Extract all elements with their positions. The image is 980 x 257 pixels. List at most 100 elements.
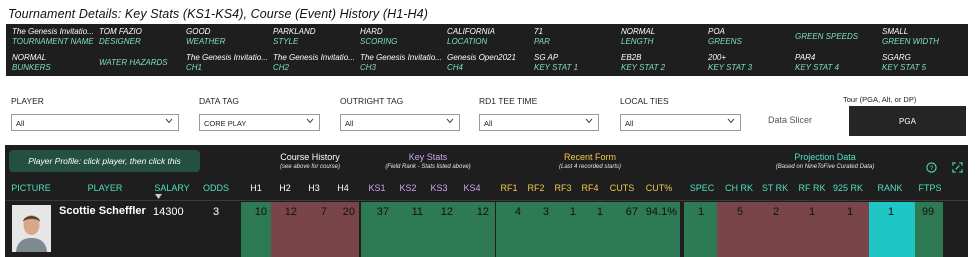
cell-ks1: 37 bbox=[376, 206, 389, 218]
data-slicer-label: Data Slicer bbox=[768, 115, 813, 125]
group-title: Projection Data bbox=[794, 152, 856, 162]
sort-descending-icon bbox=[155, 194, 162, 199]
info-length: NORMAL LENGTH bbox=[621, 27, 656, 46]
player-dropdown[interactable]: All bbox=[11, 114, 179, 131]
cell-st-rk: 2 bbox=[772, 206, 780, 218]
chevron-down-icon bbox=[446, 118, 454, 125]
header-odds[interactable]: ODDS bbox=[201, 183, 231, 193]
group-course-history: Course History (see above for course) bbox=[260, 152, 360, 172]
chevron-down-icon bbox=[306, 118, 314, 125]
header-ks1[interactable]: KS1 bbox=[362, 183, 392, 193]
info-key-stat-1: SG AP KEY STAT 1 bbox=[534, 53, 579, 72]
cell-h4: 20 bbox=[342, 206, 355, 218]
info-tournament-name: The Genesis Invitatio... TOURNAMENT NAME bbox=[12, 27, 94, 46]
header-rank[interactable]: RANK bbox=[873, 183, 907, 193]
header-ftps[interactable]: FTPS bbox=[914, 183, 946, 193]
cell-rf-rk: 1 bbox=[808, 206, 816, 218]
cell-rank: 1 bbox=[887, 206, 895, 218]
cell-odds: 3 bbox=[212, 206, 220, 218]
cell-cuts: 67 bbox=[625, 206, 638, 218]
header-rf1[interactable]: RF1 bbox=[497, 183, 521, 193]
info-green-speeds: GREEN SPEEDS bbox=[795, 32, 859, 41]
player-photo-image bbox=[12, 205, 51, 252]
info-weather: GOOD WEATHER bbox=[186, 27, 226, 46]
info-greens: POA GREENS bbox=[708, 27, 742, 46]
player-table: Player Profile: click player, then click… bbox=[5, 145, 968, 257]
header-ks4[interactable]: KS4 bbox=[457, 183, 487, 193]
outright-tag-filter-label: OUTRIGHT TAG bbox=[340, 96, 404, 106]
cell-rf1: 4 bbox=[514, 206, 521, 218]
header-h4[interactable]: H4 bbox=[329, 183, 357, 193]
header-picture[interactable]: PICTURE bbox=[11, 183, 51, 193]
group-key-stats: Key Stats (Field Rank - Stats listed abo… bbox=[363, 152, 493, 172]
column-divider bbox=[359, 202, 360, 257]
header-spec[interactable]: SPEC bbox=[688, 183, 716, 193]
data-tag-dropdown-value: CORE PLAY bbox=[204, 119, 247, 128]
data-tag-filter-label: DATA TAG bbox=[199, 96, 239, 106]
page-title: Tournament Details: Key Stats (KS1-KS4),… bbox=[8, 7, 428, 21]
header-rf3[interactable]: RF3 bbox=[550, 183, 576, 193]
info-key-stat-2: EB2B KEY STAT 2 bbox=[621, 53, 666, 72]
chevron-down-icon bbox=[727, 118, 735, 125]
info-ch4: Genesis Open2021 CH4 bbox=[447, 53, 516, 72]
local-ties-dropdown-value: All bbox=[625, 119, 634, 128]
cell-ks2: 11 bbox=[411, 206, 423, 218]
info-designer: TOM FAZIO DESIGNER bbox=[99, 27, 142, 46]
player-name[interactable]: Scottie Scheffler bbox=[59, 205, 146, 217]
header-h1[interactable]: H1 bbox=[242, 183, 270, 193]
group-subtitle: (see above for course) bbox=[279, 164, 341, 170]
data-tag-dropdown[interactable]: CORE PLAY bbox=[199, 114, 320, 131]
cell-rf2: 3 bbox=[542, 206, 549, 218]
info-key-stat-4: PAR4 KEY STAT 4 bbox=[795, 53, 840, 72]
header-rf-rk[interactable]: RF RK bbox=[795, 183, 829, 193]
help-icon[interactable]: ? bbox=[926, 162, 937, 173]
header-ks2[interactable]: KS2 bbox=[393, 183, 423, 193]
player-filter: PLAYER All bbox=[11, 96, 179, 131]
outright-tag-dropdown[interactable]: All bbox=[340, 114, 460, 131]
cell-rf4: 1 bbox=[596, 206, 603, 218]
group-projection-data: Projection Data (Based on NineToFive Cur… bbox=[750, 152, 900, 172]
header-player[interactable]: PLAYER bbox=[85, 183, 125, 193]
header-divider bbox=[5, 200, 968, 201]
info-ch1: The Genesis Invitatio... CH1 bbox=[186, 53, 268, 72]
cell-salary: 14300 bbox=[153, 206, 184, 218]
header-cut-pct[interactable]: CUT% bbox=[642, 183, 676, 193]
info-ch2: The Genesis Invitatio... CH2 bbox=[273, 53, 355, 72]
rd1-tee-time-dropdown[interactable]: All bbox=[479, 114, 599, 131]
data-tag-filter: DATA TAG CORE PLAY bbox=[199, 96, 320, 131]
info-bunkers: NORMAL BUNKERS bbox=[12, 53, 51, 72]
header-925-rk[interactable]: 925 RK bbox=[829, 183, 867, 193]
header-st-rk[interactable]: ST RK bbox=[758, 183, 792, 193]
group-title: Recent Form bbox=[563, 152, 616, 162]
cell-h2: 12 bbox=[284, 206, 297, 218]
header-ks3[interactable]: KS3 bbox=[424, 183, 454, 193]
tour-button[interactable]: PGA bbox=[849, 106, 966, 136]
info-style: PARKLAND STYLE bbox=[273, 27, 316, 46]
group-subtitle: (Last 4 recorded starts) bbox=[558, 164, 622, 170]
group-recent-form: Recent Form (Last 4 recorded starts) bbox=[530, 152, 650, 172]
header-rf2[interactable]: RF2 bbox=[523, 183, 549, 193]
svg-text:?: ? bbox=[930, 165, 934, 172]
header-ch-rk[interactable]: CH RK bbox=[722, 183, 756, 193]
header-rf4[interactable]: RF4 bbox=[577, 183, 603, 193]
local-ties-filter-label: LOCAL TIES bbox=[620, 96, 669, 106]
local-ties-dropdown[interactable]: All bbox=[620, 114, 741, 131]
cell-ch-rk: 5 bbox=[736, 206, 744, 218]
header-h3[interactable]: H3 bbox=[300, 183, 328, 193]
info-key-stat-5: SGARG KEY STAT 5 bbox=[882, 53, 927, 72]
header-h2[interactable]: H2 bbox=[271, 183, 299, 193]
info-par: 71 PAR bbox=[534, 27, 550, 46]
cell-rf3: 1 bbox=[569, 206, 576, 218]
cell-h1: 10 bbox=[254, 206, 267, 218]
group-title: Key Stats bbox=[408, 152, 448, 162]
outright-tag-dropdown-value: All bbox=[345, 119, 354, 128]
header-salary[interactable]: SALARY bbox=[152, 183, 192, 193]
header-cuts[interactable]: CUTS bbox=[607, 183, 637, 193]
tour-label: Tour (PGA, Alt, or DP) bbox=[843, 95, 917, 104]
table-row[interactable]: Scottie Scheffler 14300 3 10 12 7 20 37 … bbox=[5, 202, 968, 257]
player-profile-button[interactable]: Player Profile: click player, then click… bbox=[9, 150, 200, 172]
cell-ks3: 12 bbox=[440, 206, 453, 218]
column-divider bbox=[495, 202, 496, 257]
info-water-hazards: WATER HAZARDS bbox=[99, 58, 168, 67]
expand-icon[interactable] bbox=[952, 162, 963, 173]
